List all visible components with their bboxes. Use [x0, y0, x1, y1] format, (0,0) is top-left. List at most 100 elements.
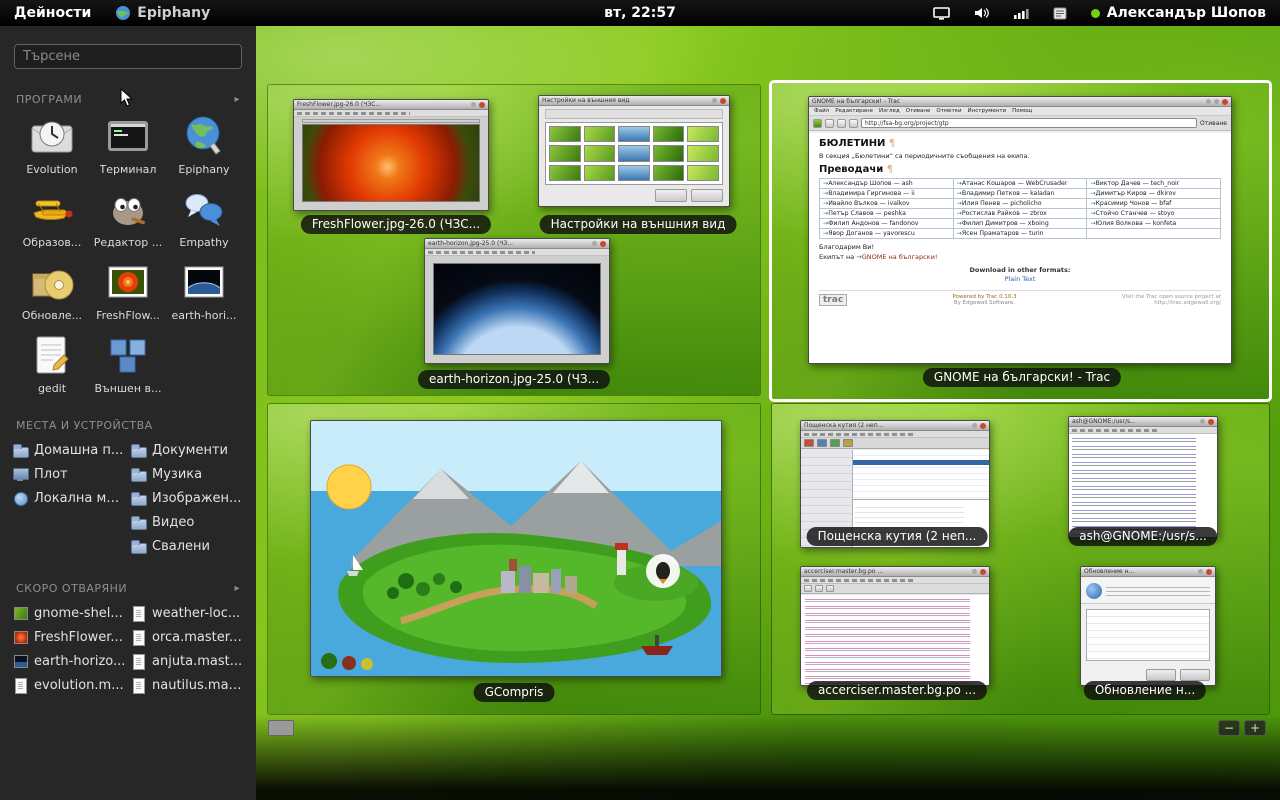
app-item-gimp[interactable]: Редактор ... — [90, 185, 166, 249]
recent-item[interactable]: earth-horizo... — [12, 649, 126, 673]
music-folder-icon — [130, 466, 146, 482]
close-icon — [1222, 99, 1228, 105]
app-menu-button[interactable]: Epiphany — [105, 5, 220, 21]
reload-button[interactable] — [837, 119, 846, 128]
app-item-epiphany[interactable]: Epiphany — [166, 112, 242, 176]
menu-bar — [801, 431, 989, 438]
downloads-folder-icon — [130, 538, 146, 554]
translator-cell: →Ивайло Вълков — ivalkov — [820, 199, 954, 209]
place-pictures[interactable]: Изображен... — [130, 486, 244, 510]
window-title-pill: GCompris — [474, 683, 555, 702]
app-item-appearance[interactable]: Външен в... — [90, 331, 166, 395]
translator-cell: →Петър Славов — peshka — [820, 209, 954, 219]
pictures-folder-icon — [130, 490, 146, 506]
app-item-empathy[interactable]: Empathy — [166, 185, 242, 249]
recent-section-header: СКОРО ОТВАРЯНИ ▸ — [16, 582, 240, 595]
window-terminal[interactable]: ash@GNOME:/usr/s... — [1068, 416, 1218, 538]
window-title-pill: Пощенска кутия (2 неп... — [807, 527, 988, 546]
window-title-text: Обновление н... — [1084, 568, 1195, 575]
software-update-icon — [28, 258, 76, 306]
app-item-earth-horizon[interactable]: earth-hori... — [166, 258, 242, 322]
menu-item[interactable]: Помощ — [1012, 108, 1032, 114]
go-button[interactable]: Отиване — [1200, 120, 1227, 127]
menu-item[interactable]: Отиване — [906, 108, 931, 114]
app-item-terminal[interactable]: Терминал — [90, 112, 166, 176]
app-item-gcompris[interactable]: Образов... — [14, 185, 90, 249]
app-item-updates[interactable]: Обновле... — [14, 258, 90, 322]
window-appearance-settings[interactable]: Настройки на външния вид — [538, 95, 730, 207]
display-icon[interactable] — [933, 7, 950, 20]
app-item-gedit[interactable]: gedit — [14, 331, 90, 395]
appearance-boxes-icon — [104, 331, 152, 379]
download-label: Download in other formats: — [819, 266, 1221, 274]
recent-item[interactable]: gnome-shel... — [12, 601, 126, 625]
window-gimp-freshflower[interactable]: FreshFlower.jpg-26.0 (ЧЗС... — [293, 99, 489, 211]
menu-item[interactable]: Редактиране — [835, 108, 873, 114]
workspace-2-active[interactable]: GNOME на български! - Trac Файл Редактир… — [772, 83, 1269, 399]
place-home[interactable]: Домашна п... — [12, 438, 126, 462]
home-button[interactable] — [849, 119, 858, 128]
place-music[interactable]: Музика — [130, 462, 244, 486]
dialog-button — [1146, 669, 1176, 681]
flower-image — [302, 124, 480, 202]
translator-cell: →Стойчо Станчев — stoyo — [1087, 209, 1221, 219]
wallpaper-thumb — [584, 165, 616, 181]
user-menu-button[interactable]: Александър Шопов — [1091, 5, 1266, 21]
network-signal-icon[interactable] — [1013, 7, 1029, 19]
top-bar: Дейности Epiphany вт, 22:57 Александър Ш… — [0, 0, 1280, 26]
app-label: earth-hori... — [171, 309, 236, 322]
recent-item[interactable]: nautilus.mas... — [130, 673, 244, 697]
menu-item[interactable]: Изглед — [879, 108, 900, 114]
recent-item[interactable]: orca.master.... — [130, 625, 244, 649]
window-title-pill: Настройки на външния вид — [540, 215, 737, 234]
app-item-evolution[interactable]: Evolution — [14, 112, 90, 176]
browser-toolbar: http://fsa-bg.org/project/gtp Отиване — [809, 116, 1231, 131]
place-network[interactable]: Локална мр... — [12, 486, 126, 510]
place-videos[interactable]: Видео — [130, 510, 244, 534]
workspace-pager[interactable] — [268, 720, 294, 736]
window-gcompris[interactable] — [310, 420, 722, 677]
powered-by-text: Powered by Trac 0.10.3By Edgewall Softwa… — [953, 294, 1017, 306]
add-workspace-button[interactable]: + — [1244, 720, 1266, 736]
workspace-1[interactable]: FreshFlower.jpg-26.0 (ЧЗС... Настройки н… — [268, 85, 760, 395]
programs-expander-icon[interactable]: ▸ — [234, 94, 240, 105]
window-title-text: ash@GNOME:/usr/s... — [1072, 418, 1197, 425]
place-desktop[interactable]: Плот — [12, 462, 126, 486]
pilcrow-mark: ¶ — [889, 138, 895, 149]
input-method-icon[interactable] — [1053, 7, 1067, 20]
close-icon — [600, 241, 606, 247]
recent-item[interactable]: anjuta.mast... — [130, 649, 244, 673]
back-button[interactable] — [813, 119, 822, 128]
window-gimp-earth[interactable]: earth-horizon.jpg-25.0 (ЧЗ... — [424, 238, 610, 364]
window-software-update[interactable]: Обновление н... — [1080, 566, 1216, 686]
translator-cell: →Александър Шопов — ash — [820, 179, 954, 189]
app-item-freshflower[interactable]: FreshFlow... — [90, 258, 166, 322]
recent-expander-icon[interactable]: ▸ — [234, 583, 240, 594]
volume-icon[interactable] — [974, 7, 989, 19]
remove-workspace-button[interactable]: − — [1218, 720, 1240, 736]
search-input[interactable] — [14, 44, 242, 69]
translator-cell: →Филип Андонов — fandonov — [820, 219, 954, 229]
clock[interactable]: вт, 22:57 — [604, 5, 676, 21]
menu-bar — [1069, 427, 1217, 434]
wallpaper-thumb — [618, 165, 650, 181]
recent-item[interactable]: FreshFlower... — [12, 625, 126, 649]
forward-button[interactable] — [825, 119, 834, 128]
activities-button[interactable]: Дейности — [0, 0, 105, 26]
window-gedit-po-file[interactable]: accerciser.master.bg.po ... — [800, 566, 990, 686]
address-bar[interactable]: http://fsa-bg.org/project/gtp — [861, 118, 1197, 128]
translator-cell: →Владимир Петков — kaladan — [953, 189, 1087, 199]
wallpaper-thumb — [653, 145, 685, 161]
recent-item[interactable]: evolution.m... — [12, 673, 126, 697]
menu-item[interactable]: Инструменти — [968, 108, 1007, 114]
window-epiphany-trac[interactable]: GNOME на български! - Trac Файл Редактир… — [808, 96, 1232, 364]
translator-cell: →Атанас Кошаров — WebCrusader — [953, 179, 1087, 189]
place-downloads[interactable]: Свалени — [130, 534, 244, 558]
recent-item[interactable]: weather-loc... — [130, 601, 244, 625]
workspace-3[interactable]: GCompris — [268, 404, 760, 714]
place-documents[interactable]: Документи — [130, 438, 244, 462]
workspace-4[interactable]: Пощенска кутия (2 неп... ash@GNOME:/usr/… — [772, 404, 1269, 714]
update-icon — [1086, 583, 1102, 599]
menu-item[interactable]: Файл — [814, 108, 829, 114]
menu-item[interactable]: Отметки — [936, 108, 961, 114]
